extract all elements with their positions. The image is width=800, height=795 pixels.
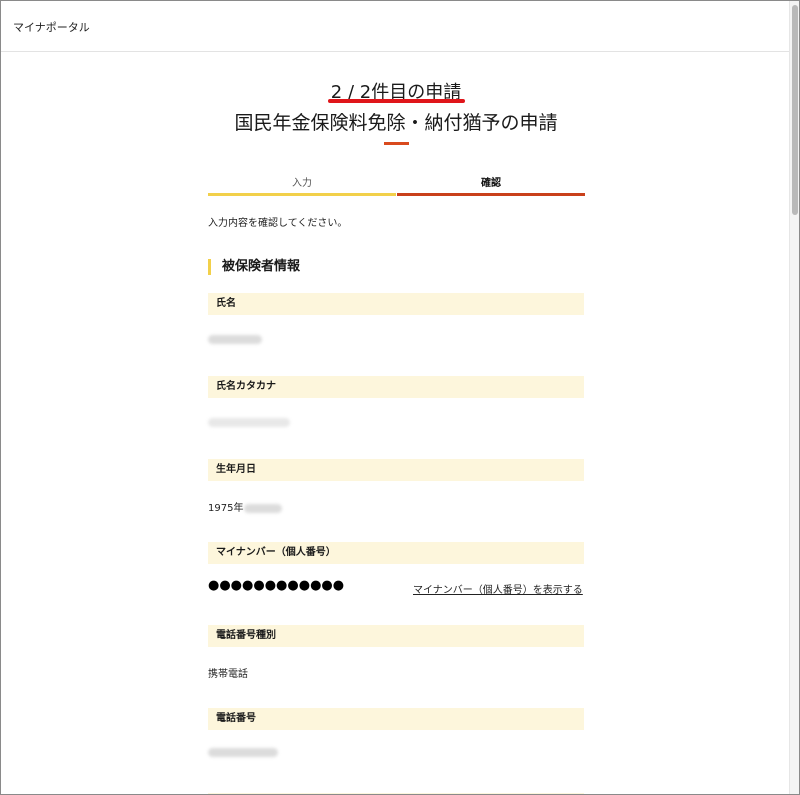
redacted-value: [208, 747, 278, 757]
step-input: 入力: [208, 174, 396, 196]
field-value-phone-type: 携帯電話: [208, 669, 248, 680]
step-input-label: 入力: [292, 178, 312, 189]
field-value-birthdate: 1975年: [208, 499, 283, 514]
vertical-scrollbar[interactable]: [789, 1, 799, 794]
step-indicator: 入力 確認: [208, 174, 585, 196]
field-value-phone: [208, 747, 278, 758]
field-value-name: [208, 334, 262, 345]
birthdate-year: 1975年: [208, 503, 244, 514]
redacted-value: [208, 417, 290, 427]
step-input-bar: [208, 193, 396, 196]
instruction-text: 入力内容を確認してください。: [208, 218, 348, 229]
scrollbar-thumb[interactable]: [792, 5, 798, 215]
browser-window: マイナポータル 2 / 2件目の申請 国民年金保険料免除・納付猶予の申請 入力 …: [0, 0, 800, 795]
field-value-name-kana: [208, 417, 290, 428]
field-label-my-number: マイナンバー（個人番号）: [208, 542, 584, 564]
step-confirm-bar: [397, 193, 585, 196]
field-label-phone-type: 電話番号種別: [208, 625, 584, 647]
show-my-number-link[interactable]: マイナンバー（個人番号）を表示する: [413, 581, 583, 596]
app-header: マイナポータル: [1, 1, 791, 52]
redacted-value: [244, 503, 283, 513]
main-content: 2 / 2件目の申請 国民年金保険料免除・納付猶予の申請 入力 確認 入力内容を…: [1, 52, 791, 794]
field-label-name-kana: 氏名カタカナ: [208, 376, 584, 398]
my-number-masked: ●●●●●●●●●●●●: [208, 578, 345, 593]
field-label-name: 氏名: [208, 293, 584, 315]
section-heading: 被保険者情報: [208, 259, 300, 275]
field-label-birthdate: 生年月日: [208, 459, 584, 481]
counter-underline: [328, 99, 465, 103]
step-confirm-label: 確認: [481, 178, 501, 189]
redacted-value: [208, 334, 262, 344]
page-title: 国民年金保険料免除・納付猶予の申請: [234, 112, 558, 134]
title-accent-bar: [384, 142, 409, 145]
step-confirm: 確認: [397, 174, 585, 196]
field-label-phone: 電話番号: [208, 708, 584, 730]
app-title[interactable]: マイナポータル: [13, 19, 90, 35]
